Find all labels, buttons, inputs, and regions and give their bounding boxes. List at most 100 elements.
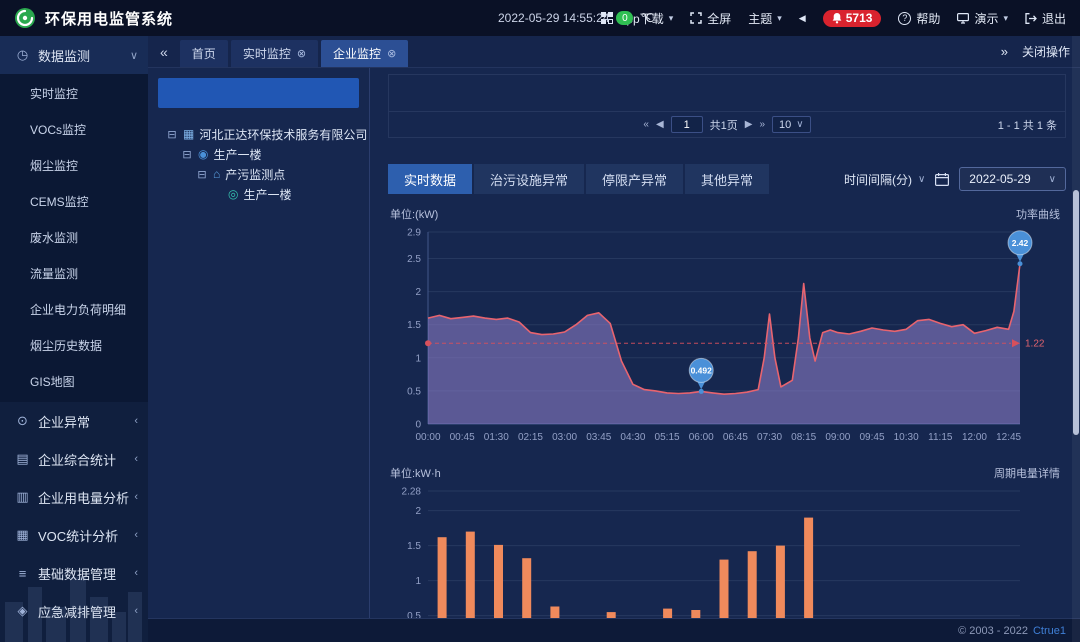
help-button[interactable]: ? 帮助 xyxy=(898,10,940,27)
caret-down-icon: ∨ xyxy=(796,119,804,130)
svg-text:04:30: 04:30 xyxy=(620,432,645,443)
svg-text:05:15: 05:15 xyxy=(655,432,680,443)
svg-text:1: 1 xyxy=(415,576,421,587)
svg-text:00:00: 00:00 xyxy=(415,432,440,443)
tree-node-3[interactable]: ⊟ ⌂ 产污监测点 xyxy=(166,164,369,184)
sidebar-section-label: 应急减排管理 xyxy=(38,604,117,620)
svg-text:01:30: 01:30 xyxy=(484,432,509,443)
prev-page-button[interactable]: ◀ xyxy=(656,119,664,130)
alarm-count-badge[interactable]: 5713 xyxy=(822,9,882,27)
tree-node-1[interactable]: ⊟ ▦ 河北正达环保技术服务有限公司 xyxy=(166,124,369,144)
date-picker[interactable]: 2022-05-29 ∨ xyxy=(959,167,1066,191)
page-size-select[interactable]: 10 ∨ xyxy=(772,116,811,133)
sidebar-submenu: 实时监控 VOCs监控 烟尘监控 CEMS监控 废水监测 流量监测 企业电力负荷明细 烟尘历史… xyxy=(0,74,148,402)
sidebar-section-5[interactable]: ▦ VOC统计分析 ‹ xyxy=(0,516,148,554)
sidebar-section-7[interactable]: ◈ 应急减排管理 ‹ xyxy=(0,592,148,630)
pagination-bar: « ◀ 1 共1页 ▶ » 10 ∨ 1 - 1 共 1 条 xyxy=(389,112,1065,137)
tree-collapse-icon[interactable]: ⊟ xyxy=(181,148,193,161)
header-datetime: 2022-05-29 14:55:24 xyxy=(498,11,610,25)
pagination-controls: « ◀ 1 共1页 ▶ » 10 ∨ xyxy=(643,116,811,133)
sidebar-section-label: 基础数据管理 xyxy=(38,566,117,582)
svg-text:0: 0 xyxy=(415,420,421,431)
next-page-button[interactable]: ▶ xyxy=(745,119,753,130)
svg-text:1.5: 1.5 xyxy=(407,320,421,331)
svg-text:03:45: 03:45 xyxy=(586,432,611,443)
sidebar-section-label: 企业异常 xyxy=(38,414,91,430)
svg-text:06:45: 06:45 xyxy=(723,432,748,443)
caret-down-icon: ∨ xyxy=(1048,173,1056,185)
close-tab-icon[interactable]: ⊗ xyxy=(297,47,306,60)
sidebar-section-label: VOC统计分析 xyxy=(38,528,119,544)
sidebar-section-2[interactable]: ⊙ 企业异常 ‹ xyxy=(0,402,148,440)
sidebar-section-label: 企业用电量分析 xyxy=(38,490,130,506)
sidebar-item[interactable]: 废水监测 xyxy=(0,220,148,256)
svg-text:1: 1 xyxy=(415,353,421,364)
svg-text:02:15: 02:15 xyxy=(518,432,543,443)
tree-node-2[interactable]: ⊟ ◉ 生产一楼 xyxy=(166,144,369,164)
logout-button[interactable]: 退出 xyxy=(1025,10,1066,27)
svg-text:2.28: 2.28 xyxy=(402,487,422,498)
help-icon: ? xyxy=(898,11,912,25)
tree-selected-block[interactable] xyxy=(158,78,359,108)
company-icon: ▦ xyxy=(183,127,195,141)
sidebar-item[interactable]: VOCs监控 xyxy=(0,112,148,148)
close-tab-icon[interactable]: ⊗ xyxy=(387,47,396,60)
tree-node-4[interactable]: ◎ 生产一楼 xyxy=(166,184,369,204)
database-icon: ≡ xyxy=(18,565,27,581)
enterprise-tree-panel: ⊟ ▦ 河北正达环保技术服务有限公司 ⊟ ◉ 生产一楼 ⊟ ⌂ 产污监测点 ◎ 生产一楼 xyxy=(148,68,370,642)
app-header: 环保用电监管系统 2022-05-29 14:55:24 0 ℃ App下载 ▾… xyxy=(0,0,1080,36)
panel-tab-2[interactable]: 治污设施异常 xyxy=(474,164,585,194)
open-tab-3[interactable]: 企业监控 ⊗ xyxy=(321,40,409,67)
sidebar-item[interactable]: CEMS监控 xyxy=(0,184,148,220)
tab-label: 企业监控 xyxy=(333,47,382,61)
tree-collapse-icon[interactable]: ⊟ xyxy=(166,128,178,141)
sidebar-item[interactable]: 流量监测 xyxy=(0,256,148,292)
table-empty-area xyxy=(389,75,1065,112)
last-page-button[interactable]: » xyxy=(759,119,765,130)
sidebar-item[interactable]: 烟尘监控 xyxy=(0,148,148,184)
header-status: 2022-05-29 14:55:24 0 ℃ xyxy=(498,11,654,25)
interval-select[interactable]: 时间间隔(分) ∨ xyxy=(844,171,925,188)
sidebar-section-6[interactable]: ≡ 基础数据管理 ‹ xyxy=(0,554,148,592)
theme-button[interactable]: 主题 ▾ xyxy=(748,10,782,27)
sidebar-item[interactable]: 实时监控 xyxy=(0,76,148,112)
copyright-text: © 2003 - 2022 xyxy=(958,624,1028,637)
open-tab-2[interactable]: 实时监控 ⊗ xyxy=(230,40,319,67)
footer: © 2003 - 2022 Ctrue1 xyxy=(148,618,1080,642)
panel-tab-4[interactable]: 其他异常 xyxy=(685,164,770,194)
svg-text:11:15: 11:15 xyxy=(928,432,953,443)
brand-link[interactable]: Ctrue1 xyxy=(1033,625,1066,637)
tabs-bar-right: » 关闭操作 xyxy=(1001,43,1070,60)
close-operations-button[interactable]: 关闭操作 xyxy=(1022,43,1070,60)
page-title: 环保用电监管系统 xyxy=(45,10,174,28)
sidebar-item[interactable]: GIS地图 xyxy=(0,364,148,400)
sidebar-section-4[interactable]: ▥ 企业用电量分析 ‹ xyxy=(0,478,148,516)
page-number-input[interactable]: 1 xyxy=(670,116,703,133)
caret-down-icon: ▾ xyxy=(668,12,674,23)
panel-tab-1[interactable]: 实时数据 xyxy=(388,164,473,194)
chevron-left-icon: ‹ xyxy=(134,453,138,465)
tabs-scroll-right-icon[interactable]: » xyxy=(1001,44,1008,59)
calendar-icon[interactable] xyxy=(935,172,950,186)
sidebar-section-label: 企业综合统计 xyxy=(38,452,117,468)
sidebar-sections: ◷ 数据监测 ∨ 实时监控 VOCs监控 烟尘监控 CEMS监控 废水监测 流量监测 企业电力负荷… xyxy=(0,36,148,630)
power-chart-header: 单位:(kW) 功率曲线 xyxy=(388,206,1066,224)
scrollbar-thumb[interactable] xyxy=(1073,190,1079,435)
scroll-left-button[interactable]: ◀ xyxy=(799,13,806,24)
sidebar-section-1[interactable]: ◷ 数据监测 ∨ xyxy=(0,36,148,74)
first-page-button[interactable]: « xyxy=(643,119,649,130)
sidebar-item[interactable]: 烟尘历史数据 xyxy=(0,328,148,364)
tabs-scroll-left-icon[interactable]: « xyxy=(158,44,170,60)
app-logo-icon xyxy=(14,7,36,29)
demo-button[interactable]: 演示 ▾ xyxy=(957,10,1008,27)
monitor-panel: « ◀ 1 共1页 ▶ » 10 ∨ 1 - 1 共 1 条 实时数据 治污设施… xyxy=(370,68,1080,642)
sidebar-item[interactable]: 企业电力负荷明细 xyxy=(0,292,148,328)
total-pages-label: 共1页 xyxy=(709,119,738,132)
chevron-down-icon: ∨ xyxy=(129,49,138,62)
alert-icon: ⊙ xyxy=(17,413,28,428)
open-tab-1[interactable]: 首页 xyxy=(179,40,228,67)
fullscreen-button[interactable]: 全屏 xyxy=(690,10,731,27)
panel-tab-3[interactable]: 停限产异常 xyxy=(586,164,684,194)
sidebar-section-3[interactable]: ▤ 企业综合统计 ‹ xyxy=(0,440,148,478)
tree-collapse-icon[interactable]: ⊟ xyxy=(196,168,208,181)
